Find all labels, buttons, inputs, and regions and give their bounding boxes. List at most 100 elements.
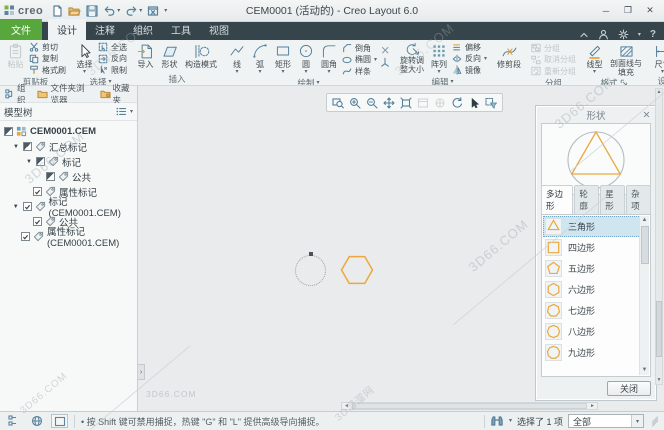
tab-tools[interactable]: 工具 — [162, 19, 200, 40]
tab-misc[interactable]: 杂项 — [626, 185, 651, 214]
tree-row[interactable]: CEM0001.CEM — [0, 124, 137, 139]
fillet-dropdown-icon[interactable]: ▾ — [327, 69, 330, 75]
scroll-up-icon[interactable]: ▲ — [657, 89, 662, 96]
expand-arrow-icon[interactable]: ▼ — [12, 203, 20, 211]
shape-list-item-hexagon[interactable]: 六边形 — [543, 279, 649, 300]
select-arrow-icon[interactable] — [467, 96, 481, 110]
settings-gear-icon[interactable] — [618, 29, 629, 40]
line-dropdown-icon[interactable]: ▾ — [235, 69, 238, 75]
expand-arrow-icon[interactable]: ▼ — [25, 158, 33, 166]
select-dropdown-icon[interactable]: ▾ — [83, 69, 86, 75]
tree-checkbox[interactable] — [46, 172, 55, 181]
spline-button[interactable]: 样条 — [342, 66, 377, 77]
restrict-selection-button[interactable]: 限制 — [98, 65, 127, 76]
import-button[interactable]: 导入 — [135, 42, 156, 69]
shape-list-item-heptagon[interactable]: 七边形 — [543, 300, 649, 321]
sketch-hexagon[interactable] — [340, 253, 374, 290]
tab-design[interactable]: 设计 — [48, 19, 86, 40]
shape-list-scrollbar[interactable]: ▲ ▼ — [639, 216, 649, 375]
canvas-vertical-scrollbar[interactable]: ▲ ▼ — [655, 88, 663, 385]
tree-checkbox[interactable] — [33, 187, 42, 196]
minimize-button[interactable]: ─ — [596, 3, 616, 19]
shape-button[interactable]: 形状 — [159, 42, 180, 69]
line-button[interactable]: 线 ▾ — [227, 42, 247, 75]
undo-dropdown-icon[interactable]: ▾ — [117, 8, 120, 14]
tree-checkbox[interactable] — [23, 202, 32, 211]
construction-mode-button[interactable]: 构造模式 — [183, 42, 219, 69]
redo-dropdown-icon[interactable]: ▾ — [139, 8, 142, 14]
resize-grip[interactable] — [651, 419, 659, 424]
open-file-button[interactable] — [68, 5, 81, 17]
group-button[interactable]: 分组 — [531, 43, 576, 54]
trim-segment-button[interactable]: 修剪段 — [495, 42, 523, 69]
flip-dropdown-icon[interactable]: ▾ — [484, 56, 487, 62]
edit-group-label[interactable]: 编辑▾ — [395, 76, 490, 87]
coordinate-system-button[interactable] — [380, 57, 390, 68]
tree-row[interactable]: 属性标记 (CEM0001.CEM) — [0, 229, 137, 244]
ellipse-button[interactable]: 椭圆▾ — [342, 55, 377, 66]
copy-button[interactable]: 复制 — [29, 54, 66, 65]
scroll-down-icon[interactable]: ▼ — [642, 366, 648, 375]
user-icon[interactable] — [598, 29, 609, 40]
line-style-button[interactable]: 线型 ▾ — [584, 42, 605, 75]
qat-customize-icon[interactable]: ▾ — [164, 8, 167, 14]
tree-row[interactable]: ▼ 汇总标记 — [0, 139, 137, 154]
graphics-canvas[interactable]: › 3D66.COM 形状 多边形 轮廓 星形 杂项 — [137, 86, 664, 411]
redo-button[interactable]: ▾ — [125, 5, 142, 16]
select-all-button[interactable]: 全选 — [98, 42, 127, 53]
chamfer-button[interactable]: 倒角 — [342, 43, 377, 54]
dimension-button[interactable]: 尺寸 ▾ — [652, 42, 664, 75]
tab-organize[interactable]: 组织 — [124, 19, 162, 40]
tab-star[interactable]: 星形 — [600, 185, 625, 214]
regroup-button[interactable]: 重新分组 — [531, 66, 576, 77]
shape-list-item-nonagon[interactable]: 九边形 — [543, 342, 649, 363]
rotate-resize-button[interactable]: 旋转调 整大小 — [398, 42, 426, 74]
selection-filter-icon[interactable] — [484, 96, 498, 110]
rectangle-button[interactable]: 矩形 ▾ — [273, 42, 293, 75]
tab-view[interactable]: 视图 — [200, 19, 238, 40]
scroll-right-icon[interactable]: ► — [588, 403, 597, 409]
selection-filter-combo[interactable]: 全部 ▾ — [568, 414, 644, 428]
format-painter-button[interactable]: 格式刷 — [29, 65, 66, 76]
ungroup-button[interactable]: 取消分组 — [531, 55, 576, 66]
tree-checkbox[interactable] — [33, 217, 42, 226]
format-dialog-launcher-icon[interactable] — [620, 79, 628, 86]
zoom-out-icon[interactable] — [365, 96, 379, 110]
expand-arrow-icon[interactable]: ▼ — [12, 143, 20, 151]
cut-button[interactable]: 剪切 — [29, 42, 66, 53]
close-button[interactable]: ✕ — [640, 3, 660, 19]
sketch-guide-circle[interactable] — [295, 255, 326, 286]
refit-icon[interactable] — [399, 96, 413, 110]
offset-button[interactable]: 偏移 — [452, 42, 487, 53]
shape-list-item-octagon[interactable]: 八边形 — [543, 321, 649, 342]
arc-button[interactable]: 弧 ▾ — [250, 42, 270, 75]
rectangle-dropdown-icon[interactable]: ▾ — [281, 69, 284, 75]
tree-row[interactable]: ▼ 标记 (CEM0001.CEM) — [0, 199, 137, 214]
flip-button[interactable]: 反向▾ — [452, 54, 487, 65]
tree-settings-icon[interactable] — [115, 106, 127, 117]
shapes-close-button[interactable]: 关闭 — [607, 381, 651, 396]
mirror-button[interactable]: 镜像 — [452, 65, 487, 76]
fillet-button[interactable]: 圆角 ▾ — [319, 42, 339, 75]
pattern-dropdown-icon[interactable]: ▾ — [438, 69, 441, 75]
invert-selection-button[interactable]: 反向 — [98, 54, 127, 65]
tree-row[interactable]: 公共 — [0, 169, 137, 184]
line-style-dropdown-icon[interactable]: ▾ — [593, 69, 596, 75]
shapes-panel-header[interactable]: 形状 — [539, 107, 653, 122]
tree-row[interactable]: ▼ 标记 — [0, 154, 137, 169]
navigator-toggle-button[interactable] — [5, 414, 22, 428]
scroll-thumb[interactable] — [641, 226, 649, 264]
shape-list-item-pentagon[interactable]: 五边形 — [543, 258, 649, 279]
search-dropdown-icon[interactable]: ▾ — [509, 418, 512, 424]
search-binoculars-icon[interactable] — [490, 415, 504, 427]
circle-button[interactable]: 圆 ▾ — [296, 42, 316, 75]
scroll-down-icon[interactable]: ▼ — [657, 377, 662, 384]
collapse-ribbon-icon[interactable] — [579, 31, 589, 39]
sketch-point-handle[interactable] — [309, 252, 313, 256]
repaint-icon[interactable] — [450, 96, 464, 110]
delete-segment-button[interactable] — [380, 45, 390, 56]
tree-checkbox[interactable] — [4, 127, 13, 136]
zoom-region-icon[interactable] — [331, 96, 345, 110]
combo-dropdown-icon[interactable]: ▾ — [631, 415, 643, 427]
named-views-icon[interactable] — [416, 96, 430, 110]
